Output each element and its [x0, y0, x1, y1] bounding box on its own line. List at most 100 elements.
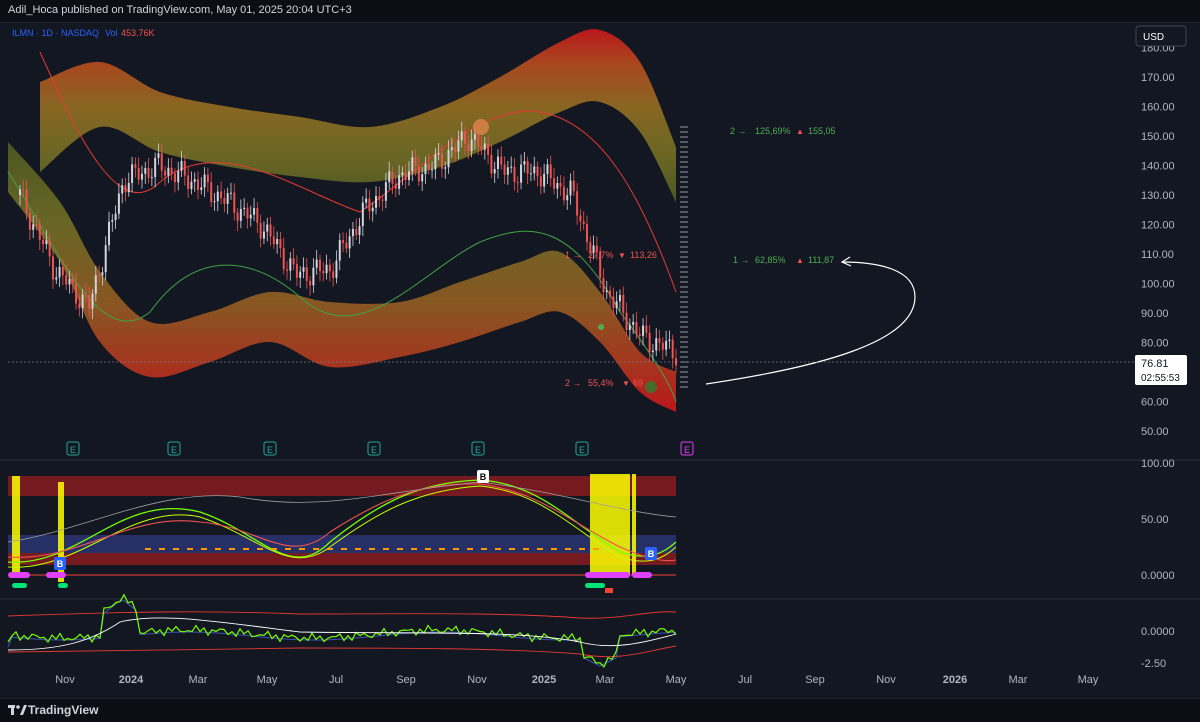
candle-body — [447, 149, 450, 168]
candle-body — [516, 181, 519, 183]
candle-body — [220, 191, 223, 199]
candle-body — [457, 140, 460, 152]
candle-body — [424, 163, 427, 175]
candle-body — [91, 293, 94, 309]
candle-body — [164, 170, 167, 176]
candle-body — [661, 342, 664, 350]
price-axis-tick-label: 150.00 — [1141, 131, 1175, 143]
candle-body — [338, 240, 341, 261]
svg-text:2 →: 2 → — [730, 126, 747, 136]
sell-marker — [605, 588, 613, 593]
time-axis-tick-label: Sep — [805, 674, 825, 686]
candle-body — [348, 236, 351, 249]
candle-body — [45, 240, 48, 245]
candle-body — [160, 153, 163, 171]
candle-body — [585, 224, 588, 243]
svg-text:1 →: 1 → — [733, 255, 750, 265]
tradingview-logo-icon[interactable] — [8, 703, 28, 717]
momentum-spike — [590, 474, 630, 574]
symbol-legend[interactable]: ILMN · 1D · NASDAQ — [12, 28, 99, 38]
candle-body — [302, 267, 305, 272]
candle-body — [655, 338, 658, 351]
candle-body — [394, 183, 397, 189]
candle-body — [335, 260, 338, 278]
candle-body — [464, 131, 467, 144]
candle-body — [513, 166, 516, 182]
candle-body — [437, 153, 440, 155]
candle-body — [104, 245, 107, 273]
time-axis-tick-label: Nov — [55, 674, 75, 686]
candle-body — [536, 166, 539, 177]
chart-area[interactable]: EEEEEEE BBB 180.00170.00160.00150.00140.… — [0, 22, 1200, 698]
time-axis-tick-label: Sep — [396, 674, 416, 686]
candle-body — [292, 258, 295, 265]
momentum-line — [7, 593, 677, 668]
candle-body — [121, 185, 124, 194]
candle-body — [318, 259, 321, 272]
candle-body — [124, 185, 127, 193]
volume-label: Vol — [105, 28, 118, 38]
candle-body — [503, 164, 506, 175]
currency-label: USD — [1143, 32, 1164, 43]
svg-text:27,7%: 27,7% — [588, 250, 614, 260]
time-axis-tick-label: Jul — [738, 674, 752, 686]
candle-body — [576, 191, 579, 216]
oscillator-axis-tick-label: 0.0000 — [1141, 570, 1175, 582]
candle-body — [75, 282, 78, 304]
signal-bar — [12, 583, 27, 588]
candle-body — [167, 167, 170, 176]
candle-body — [94, 275, 97, 294]
candle-body — [553, 178, 556, 189]
svg-text:62,85%: 62,85% — [755, 255, 786, 265]
candle-body — [401, 172, 404, 176]
candle-body — [483, 143, 486, 150]
footer-bar: TradingView — [0, 698, 1200, 722]
candle-body — [203, 174, 206, 188]
candle-body — [309, 280, 312, 286]
candle-body — [510, 166, 513, 168]
candle-body — [625, 312, 628, 330]
time-axis-tick-label: May — [666, 674, 687, 686]
candle-body — [454, 147, 457, 152]
candle-body — [618, 295, 621, 302]
oscillator-axis-tick-label: 0.0000 — [1141, 626, 1175, 638]
candle-body — [632, 321, 635, 325]
pivot-marker — [645, 381, 657, 393]
candle-body — [229, 192, 232, 194]
candle-body — [388, 171, 391, 183]
candle-body — [68, 278, 71, 285]
candle-body — [480, 146, 483, 150]
time-axis: Nov 2024 Mar May Jul Sep Nov 2025 Mar May Jul Sep No… — [55, 674, 1099, 686]
earnings-marker-label: E — [70, 445, 76, 455]
candle-body — [651, 350, 654, 353]
candle-body — [140, 173, 143, 180]
buy-signal-label: B — [648, 549, 655, 559]
signal-bar — [585, 583, 605, 588]
volume-value: 453.76K — [121, 28, 155, 38]
candle-body — [177, 170, 180, 183]
candle-body — [253, 208, 256, 215]
candle-body — [539, 176, 542, 187]
candle-body — [470, 139, 473, 151]
candle-body — [368, 198, 371, 212]
candle-body — [407, 171, 410, 181]
candle-body — [114, 213, 117, 221]
svg-text:113,26: 113,26 — [630, 250, 657, 260]
candle-body — [411, 157, 414, 172]
candle-body — [490, 154, 493, 174]
svg-text:▼: ▼ — [622, 379, 630, 388]
candle-body — [582, 221, 585, 225]
svg-text:2 →: 2 → — [565, 378, 582, 388]
svg-text:155,05: 155,05 — [808, 126, 836, 136]
candle-body — [200, 187, 203, 190]
candle-body — [173, 173, 176, 183]
candle-body — [28, 212, 31, 230]
candle-body — [289, 258, 292, 271]
candle-body — [187, 175, 190, 189]
drawn-curve-arrow[interactable] — [705, 261, 916, 385]
candle-body — [210, 182, 213, 202]
candle-body — [533, 166, 536, 174]
candle-body — [101, 272, 104, 276]
svg-text:▲: ▲ — [796, 127, 804, 136]
candle-body — [127, 182, 130, 193]
